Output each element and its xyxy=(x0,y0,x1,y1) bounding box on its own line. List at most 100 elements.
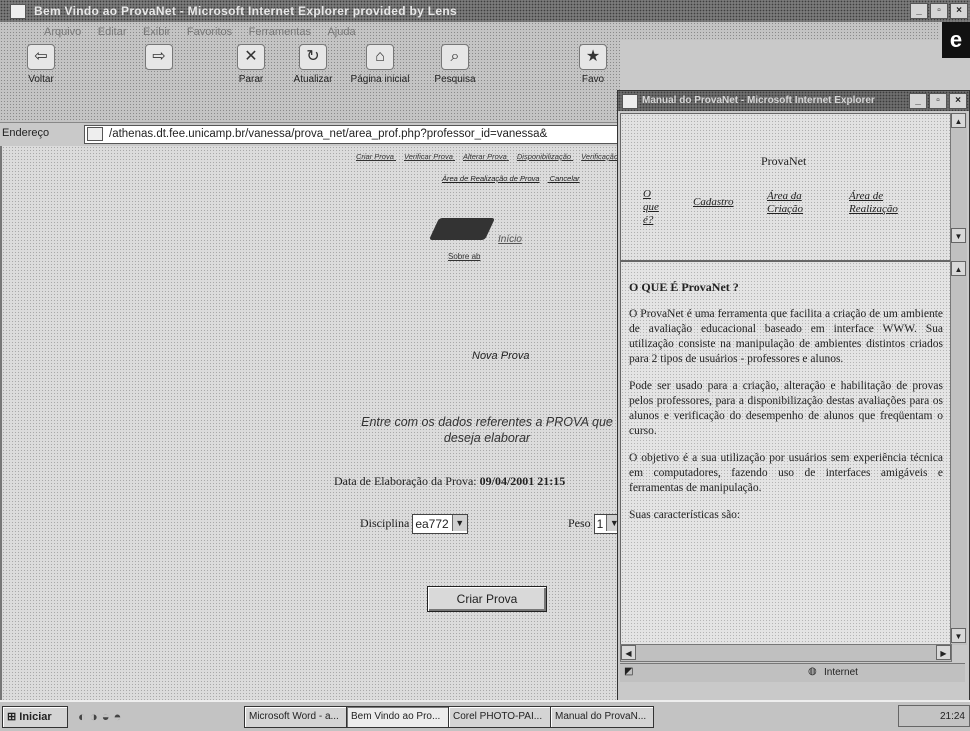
popup-maximize-button[interactable]: ▫ xyxy=(929,93,947,109)
main-title-bar[interactable]: Bem Vindo ao ProvaNet - Microsoft Intern… xyxy=(0,0,970,22)
nav-cancelar[interactable]: Cancelar xyxy=(550,174,580,183)
paragraph-2: Pode ser usado para a criação, alteração… xyxy=(629,380,943,437)
popup-nav-frame: ProvaNet O que é? Cadastro Área da Criaç… xyxy=(620,113,952,261)
paragraph-3: O objetivo é a sua utilização por usuári… xyxy=(629,452,943,494)
browser-toolbar: ⇦ Voltar ⇨ ✕ Parar ↻ Atualizar ⌂ Página … xyxy=(0,40,620,122)
favorites-label: Favo xyxy=(581,74,605,85)
menu-favoritos[interactable]: Favoritos xyxy=(187,26,232,38)
criar-prova-button[interactable]: Criar Prova xyxy=(427,586,547,612)
nav-area-realizacao[interactable]: Área de Realização de Prova xyxy=(442,174,540,183)
stop-icon: ✕ xyxy=(237,44,265,70)
menu-bar: Arquivo Editar Exibir Favoritos Ferramen… xyxy=(0,22,940,40)
content-heading: O QUE É ProvaNet ? xyxy=(629,280,739,294)
nav-disponibilizacao[interactable]: Disponibilização xyxy=(517,152,571,161)
date-row: Data de Elaboração da Prova: 09/04/2001 … xyxy=(334,474,565,489)
ie-window-icon[interactable] xyxy=(10,4,26,19)
favorites-button[interactable]: ★ Favo xyxy=(568,44,618,85)
peso-value: 1 xyxy=(596,517,604,531)
inicio-link[interactable]: Início xyxy=(498,234,522,245)
scroll-down-icon[interactable]: ▼ xyxy=(951,628,966,643)
nav-verificacao[interactable]: Verificação xyxy=(581,152,618,161)
scroll-down-icon[interactable]: ▼ xyxy=(951,228,966,243)
secondary-nav-links: Área de Realização de Prova Cancelar xyxy=(442,174,588,183)
taskbar: ⊞ Iniciar ◐◑◒◓ Microsoft Word - a... Bem… xyxy=(0,700,970,731)
search-label: Pesquisa xyxy=(434,74,476,85)
forward-button[interactable]: ⇨ xyxy=(128,44,190,74)
back-arrow-icon: ⇦ xyxy=(27,44,55,70)
link-area-criacao[interactable]: Área da Criação xyxy=(767,190,827,216)
scroll-left-icon[interactable]: ◀ xyxy=(621,645,636,660)
scroll-right-icon[interactable]: ▶ xyxy=(936,645,951,660)
maximize-button[interactable]: ▫ xyxy=(930,3,948,19)
disciplina-value: ea772 xyxy=(415,517,449,531)
search-button[interactable]: ⌕ Pesquisa xyxy=(424,44,486,85)
disciplina-label: Disciplina xyxy=(360,515,410,530)
start-button[interactable]: ⊞ Iniciar xyxy=(2,706,68,728)
page-title: Nova Prova xyxy=(472,350,530,362)
page-icon xyxy=(87,126,103,141)
system-tray: 21:24 xyxy=(898,705,970,727)
quick-launch-icons[interactable]: ◐◑◒◓ xyxy=(78,709,125,724)
zone-label: Internet xyxy=(824,667,858,678)
link-cadastro[interactable]: Cadastro xyxy=(693,196,734,209)
date-label: Data de Elaboração da Prova: xyxy=(334,474,477,488)
forward-arrow-icon: ⇨ xyxy=(145,44,173,70)
disciplina-select[interactable]: ea772 ▼ xyxy=(412,514,468,534)
link-o-que-e[interactable]: O que é? xyxy=(643,188,661,227)
task-manual[interactable]: Manual do ProvaN... xyxy=(550,706,654,728)
close-button[interactable]: × xyxy=(950,3,968,19)
task-word[interactable]: Microsoft Word - a... xyxy=(244,706,348,728)
globe-icon: ◍ xyxy=(808,666,817,677)
popup-status-bar: ◩ ◍ Internet xyxy=(620,663,965,682)
clock[interactable]: 21:24 xyxy=(940,711,965,722)
nav-criar-prova[interactable]: Criar Prova xyxy=(356,152,394,161)
menu-arquivo[interactable]: Arquivo xyxy=(44,26,81,38)
popup-minimize-button[interactable]: _ xyxy=(909,93,927,109)
page-status-icon: ◩ xyxy=(624,666,634,677)
menu-ajuda[interactable]: Ajuda xyxy=(327,26,355,38)
refresh-icon: ↻ xyxy=(299,44,327,70)
nav-alterar-prova[interactable]: Alterar Prova xyxy=(463,152,507,161)
address-input[interactable]: /athenas.dt.fee.unicamp.br/vanessa/prova… xyxy=(84,125,620,144)
app-name: ProvaNet xyxy=(761,154,807,168)
instructions-text: Entre com os dados referentes a PROVA qu… xyxy=(361,415,613,445)
link-area-realizacao[interactable]: Área de Realização xyxy=(849,190,919,216)
windows-logo-icon: ⊞ xyxy=(7,711,17,723)
address-url: /athenas.dt.fee.unicamp.br/vanessa/prova… xyxy=(109,128,548,140)
address-label: Endereço xyxy=(2,127,50,139)
book-logo-icon[interactable] xyxy=(428,218,496,240)
popup-horizontal-scrollbar[interactable]: ◀ ▶ xyxy=(620,644,952,662)
popup-window-icon[interactable] xyxy=(622,94,638,109)
menu-editar[interactable]: Editar xyxy=(98,26,127,38)
sobre-link[interactable]: Sobre ab xyxy=(448,252,480,261)
refresh-label: Atualizar xyxy=(293,74,333,85)
menu-exibir[interactable]: Exibir xyxy=(143,26,171,38)
refresh-button[interactable]: ↻ Atualizar xyxy=(282,44,344,85)
task-bem-vindo[interactable]: Bem Vindo ao Pro... xyxy=(346,706,450,728)
scroll-up-icon[interactable]: ▲ xyxy=(951,261,966,276)
popup-title: Manual do ProvaNet - Microsoft Internet … xyxy=(642,95,875,106)
peso-row: Peso 1 ▼ xyxy=(568,514,623,534)
task-corel[interactable]: Corel PHOTO-PAI... xyxy=(448,706,552,728)
top-nav-links: Criar Prova Verificar Prova Alterar Prov… xyxy=(348,152,618,161)
back-button[interactable]: ⇦ Voltar xyxy=(10,44,72,85)
stop-label: Parar xyxy=(238,74,264,85)
home-icon: ⌂ xyxy=(366,44,394,70)
nav-verificar-prova[interactable]: Verificar Prova xyxy=(404,152,453,161)
popup-nav-scrollbar[interactable]: ▲ ▼ xyxy=(950,113,967,261)
popup-content-scrollbar[interactable]: ▲ ▼ xyxy=(950,261,967,645)
minimize-button[interactable]: _ xyxy=(910,3,928,19)
start-label: Iniciar xyxy=(19,711,52,723)
scroll-up-icon[interactable]: ▲ xyxy=(951,113,966,128)
stop-button[interactable]: ✕ Parar xyxy=(220,44,282,85)
popup-title-bar[interactable]: Manual do ProvaNet - Microsoft Internet … xyxy=(618,91,969,111)
home-button[interactable]: ⌂ Página inicial xyxy=(344,44,416,85)
popup-close-button[interactable]: × xyxy=(949,93,967,109)
chevron-down-icon[interactable]: ▼ xyxy=(451,515,467,531)
address-bar: Endereço /athenas.dt.fee.unicamp.br/vane… xyxy=(0,122,620,145)
ie-logo-icon: e xyxy=(942,22,970,58)
page-content: Criar Prova Verificar Prova Alterar Prov… xyxy=(0,146,623,700)
date-value: 09/04/2001 21:15 xyxy=(479,474,566,488)
menu-ferramentas[interactable]: Ferramentas xyxy=(249,26,311,38)
paragraph-4: Suas características são: xyxy=(629,509,741,521)
